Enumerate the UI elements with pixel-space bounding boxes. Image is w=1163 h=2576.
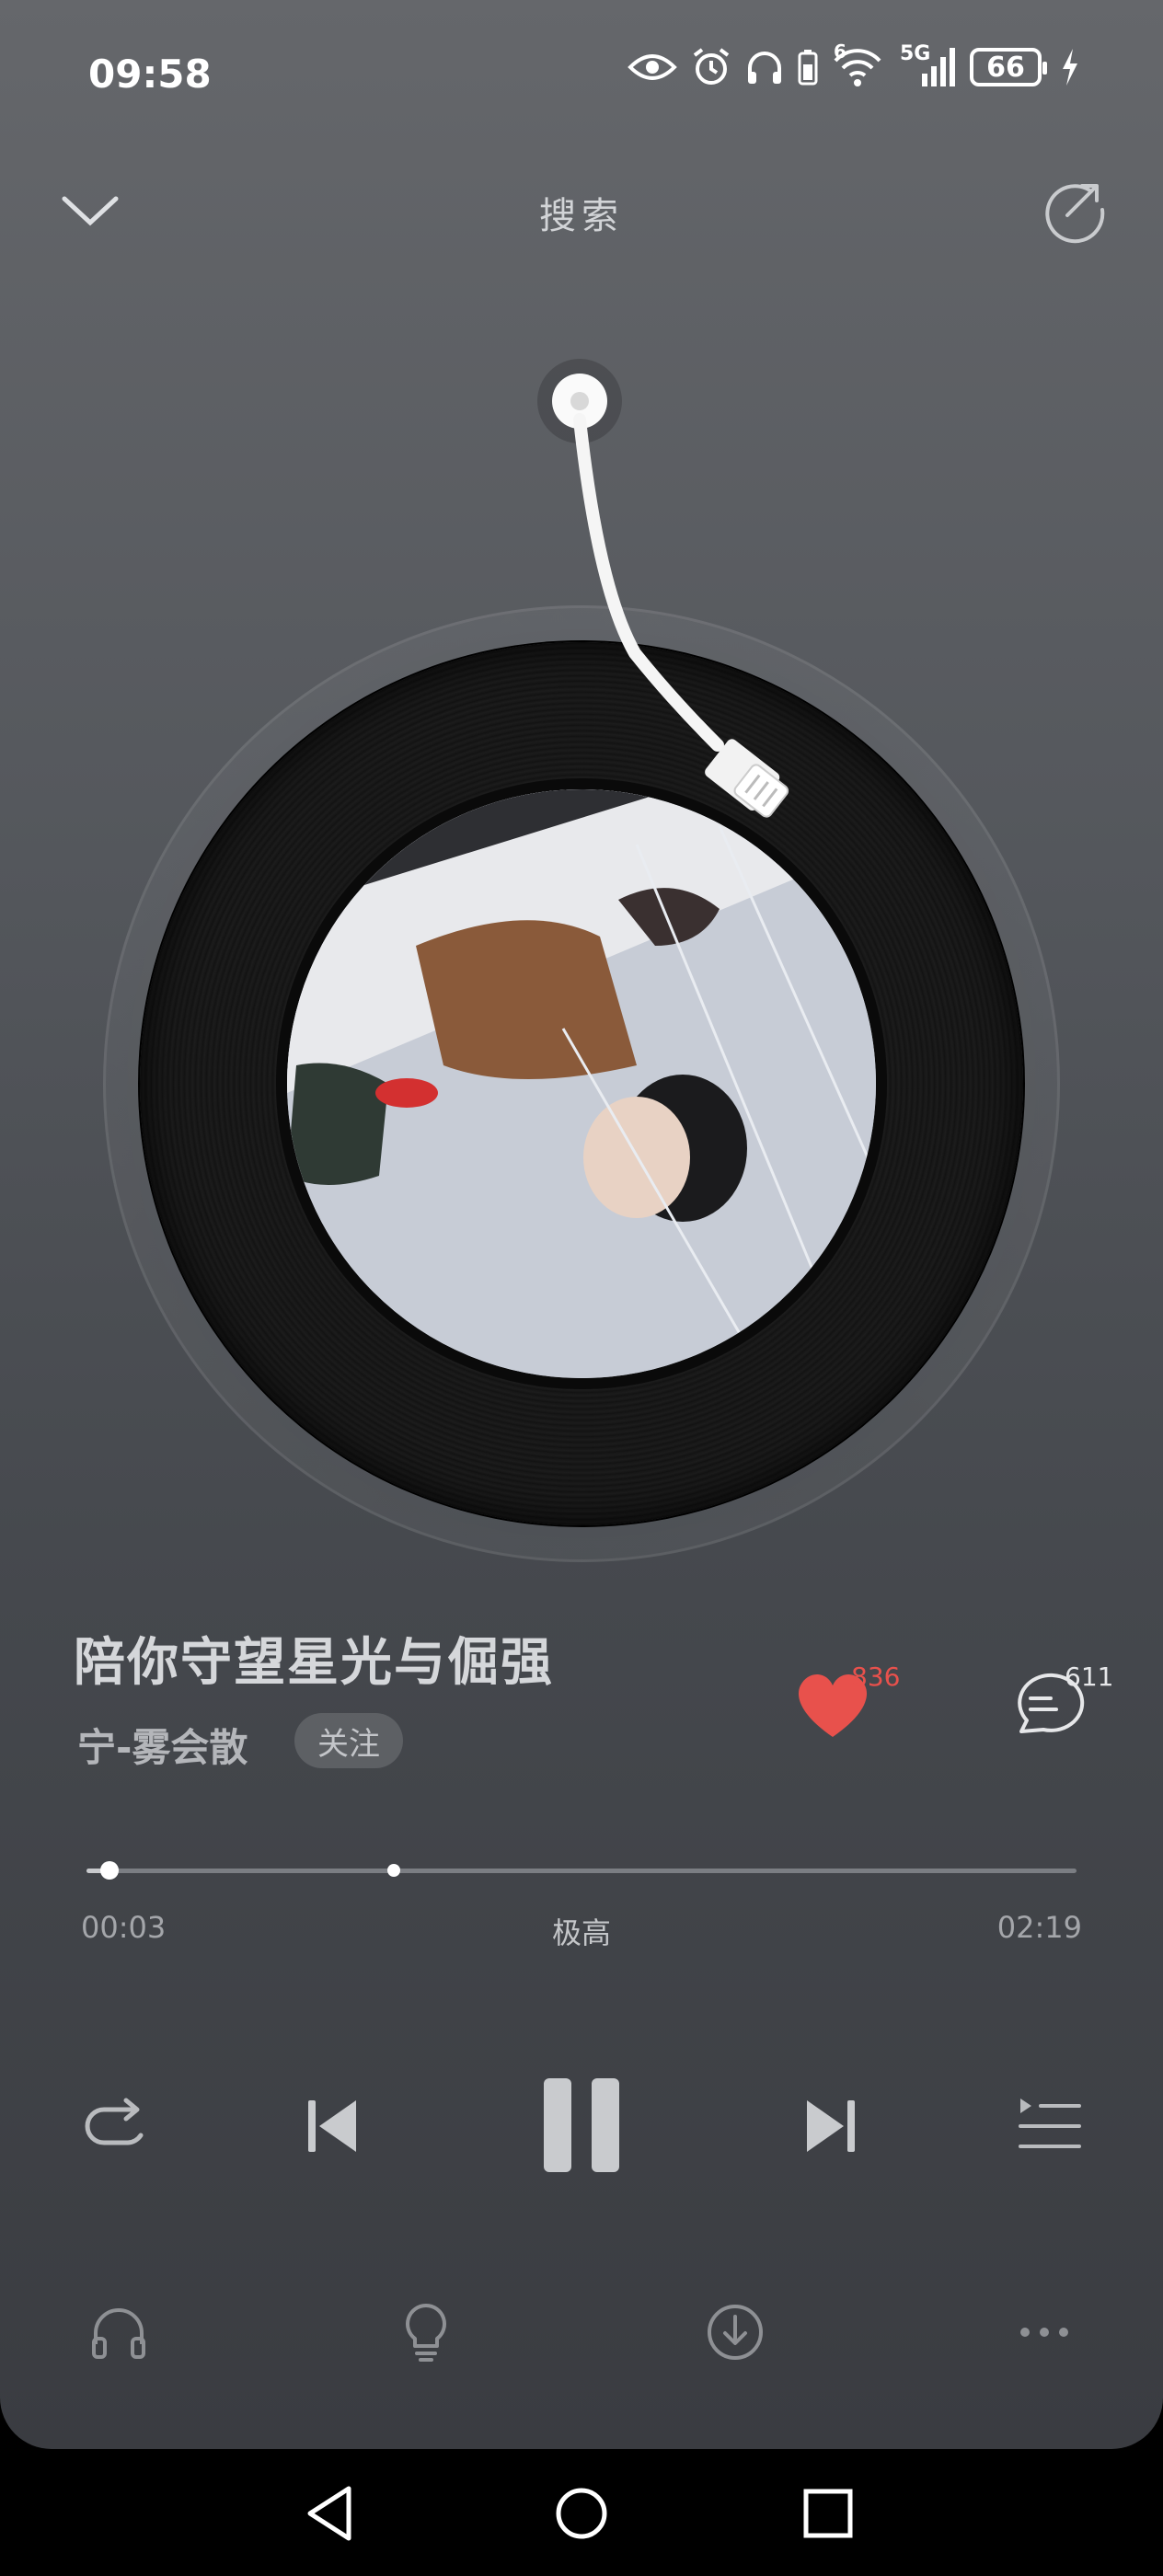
recents-icon — [803, 2489, 853, 2538]
wifi-6-icon: 6 — [832, 40, 887, 88]
total-time: 02:19 — [996, 1910, 1082, 1945]
battery-icon: 66 — [970, 48, 1047, 86]
previous-icon — [308, 2100, 356, 2152]
inspiration-button[interactable] — [385, 2291, 467, 2374]
repeat-button[interactable] — [74, 2085, 156, 2168]
playback-controls — [0, 2061, 1163, 2190]
battery-level: 66 — [986, 51, 1025, 84]
song-title: 陪你守望星光与倔强 — [74, 1633, 554, 1693]
quality-label[interactable]: 极高 — [0, 1910, 1163, 1952]
headphones-icon — [745, 48, 784, 86]
back-button[interactable] — [296, 2477, 370, 2550]
pause-icon — [544, 2078, 619, 2172]
status-time: 09:58 — [88, 52, 212, 97]
eye-icon — [628, 49, 677, 86]
network-label: 5G — [900, 42, 931, 65]
vinyl-area — [0, 350, 1163, 1564]
share-button[interactable] — [1038, 173, 1111, 247]
progress-track — [86, 1869, 1077, 1873]
next-icon — [807, 2100, 855, 2152]
status-bar: 09:58 6 5G 66 — [0, 0, 1163, 147]
system-nav-bar — [0, 2449, 1163, 2576]
buffer-marker — [386, 1864, 400, 1877]
progress-bar[interactable] — [86, 1857, 1077, 1884]
headphones-icon — [92, 2308, 145, 2359]
charging-icon — [1060, 47, 1080, 87]
like-count: 836 — [851, 1662, 901, 1692]
5g-signal-icon: 5G — [900, 42, 957, 88]
status-icons: 6 5G 66 — [628, 40, 1080, 88]
battery-small-icon — [797, 48, 819, 86]
playlist-icon — [1019, 2099, 1081, 2148]
top-nav: 搜索 — [0, 166, 1163, 258]
progress-knob[interactable] — [99, 1861, 119, 1880]
alarm-icon — [690, 46, 732, 88]
recents-button[interactable] — [791, 2477, 865, 2550]
pause-button[interactable] — [526, 2070, 637, 2180]
tonearm — [537, 359, 789, 818]
back-icon — [307, 2486, 351, 2541]
comment-count: 611 — [1065, 1662, 1114, 1692]
sound-effect-button[interactable] — [77, 2291, 160, 2374]
lightbulb-icon — [406, 2304, 446, 2362]
more-icon — [1020, 2328, 1068, 2337]
home-button[interactable] — [545, 2477, 618, 2550]
artist-name[interactable]: 宁-雾会散 — [77, 1717, 248, 1773]
album-cover — [276, 778, 887, 1389]
download-button[interactable] — [694, 2291, 777, 2374]
download-icon — [708, 2305, 763, 2360]
search-label[interactable]: 搜索 — [0, 186, 1163, 239]
player-screen: 09:58 6 5G 66 搜索 陪你守望星光与倔强 宁-雾会散 关注 836 … — [0, 0, 1163, 2449]
action-bar — [0, 2291, 1163, 2383]
repeat-icon — [85, 2098, 144, 2145]
wifi-label: 6 — [834, 40, 846, 63]
song-info: 陪你守望星光与倔强 宁-雾会散 关注 836 611 — [74, 1621, 1113, 1787]
playlist-button[interactable] — [1007, 2085, 1089, 2168]
more-button[interactable] — [1003, 2291, 1086, 2374]
follow-button[interactable]: 关注 — [294, 1713, 403, 1768]
previous-button[interactable] — [291, 2085, 374, 2168]
home-icon — [556, 2488, 607, 2539]
next-button[interactable] — [789, 2085, 872, 2168]
share-icon — [1045, 184, 1105, 244]
